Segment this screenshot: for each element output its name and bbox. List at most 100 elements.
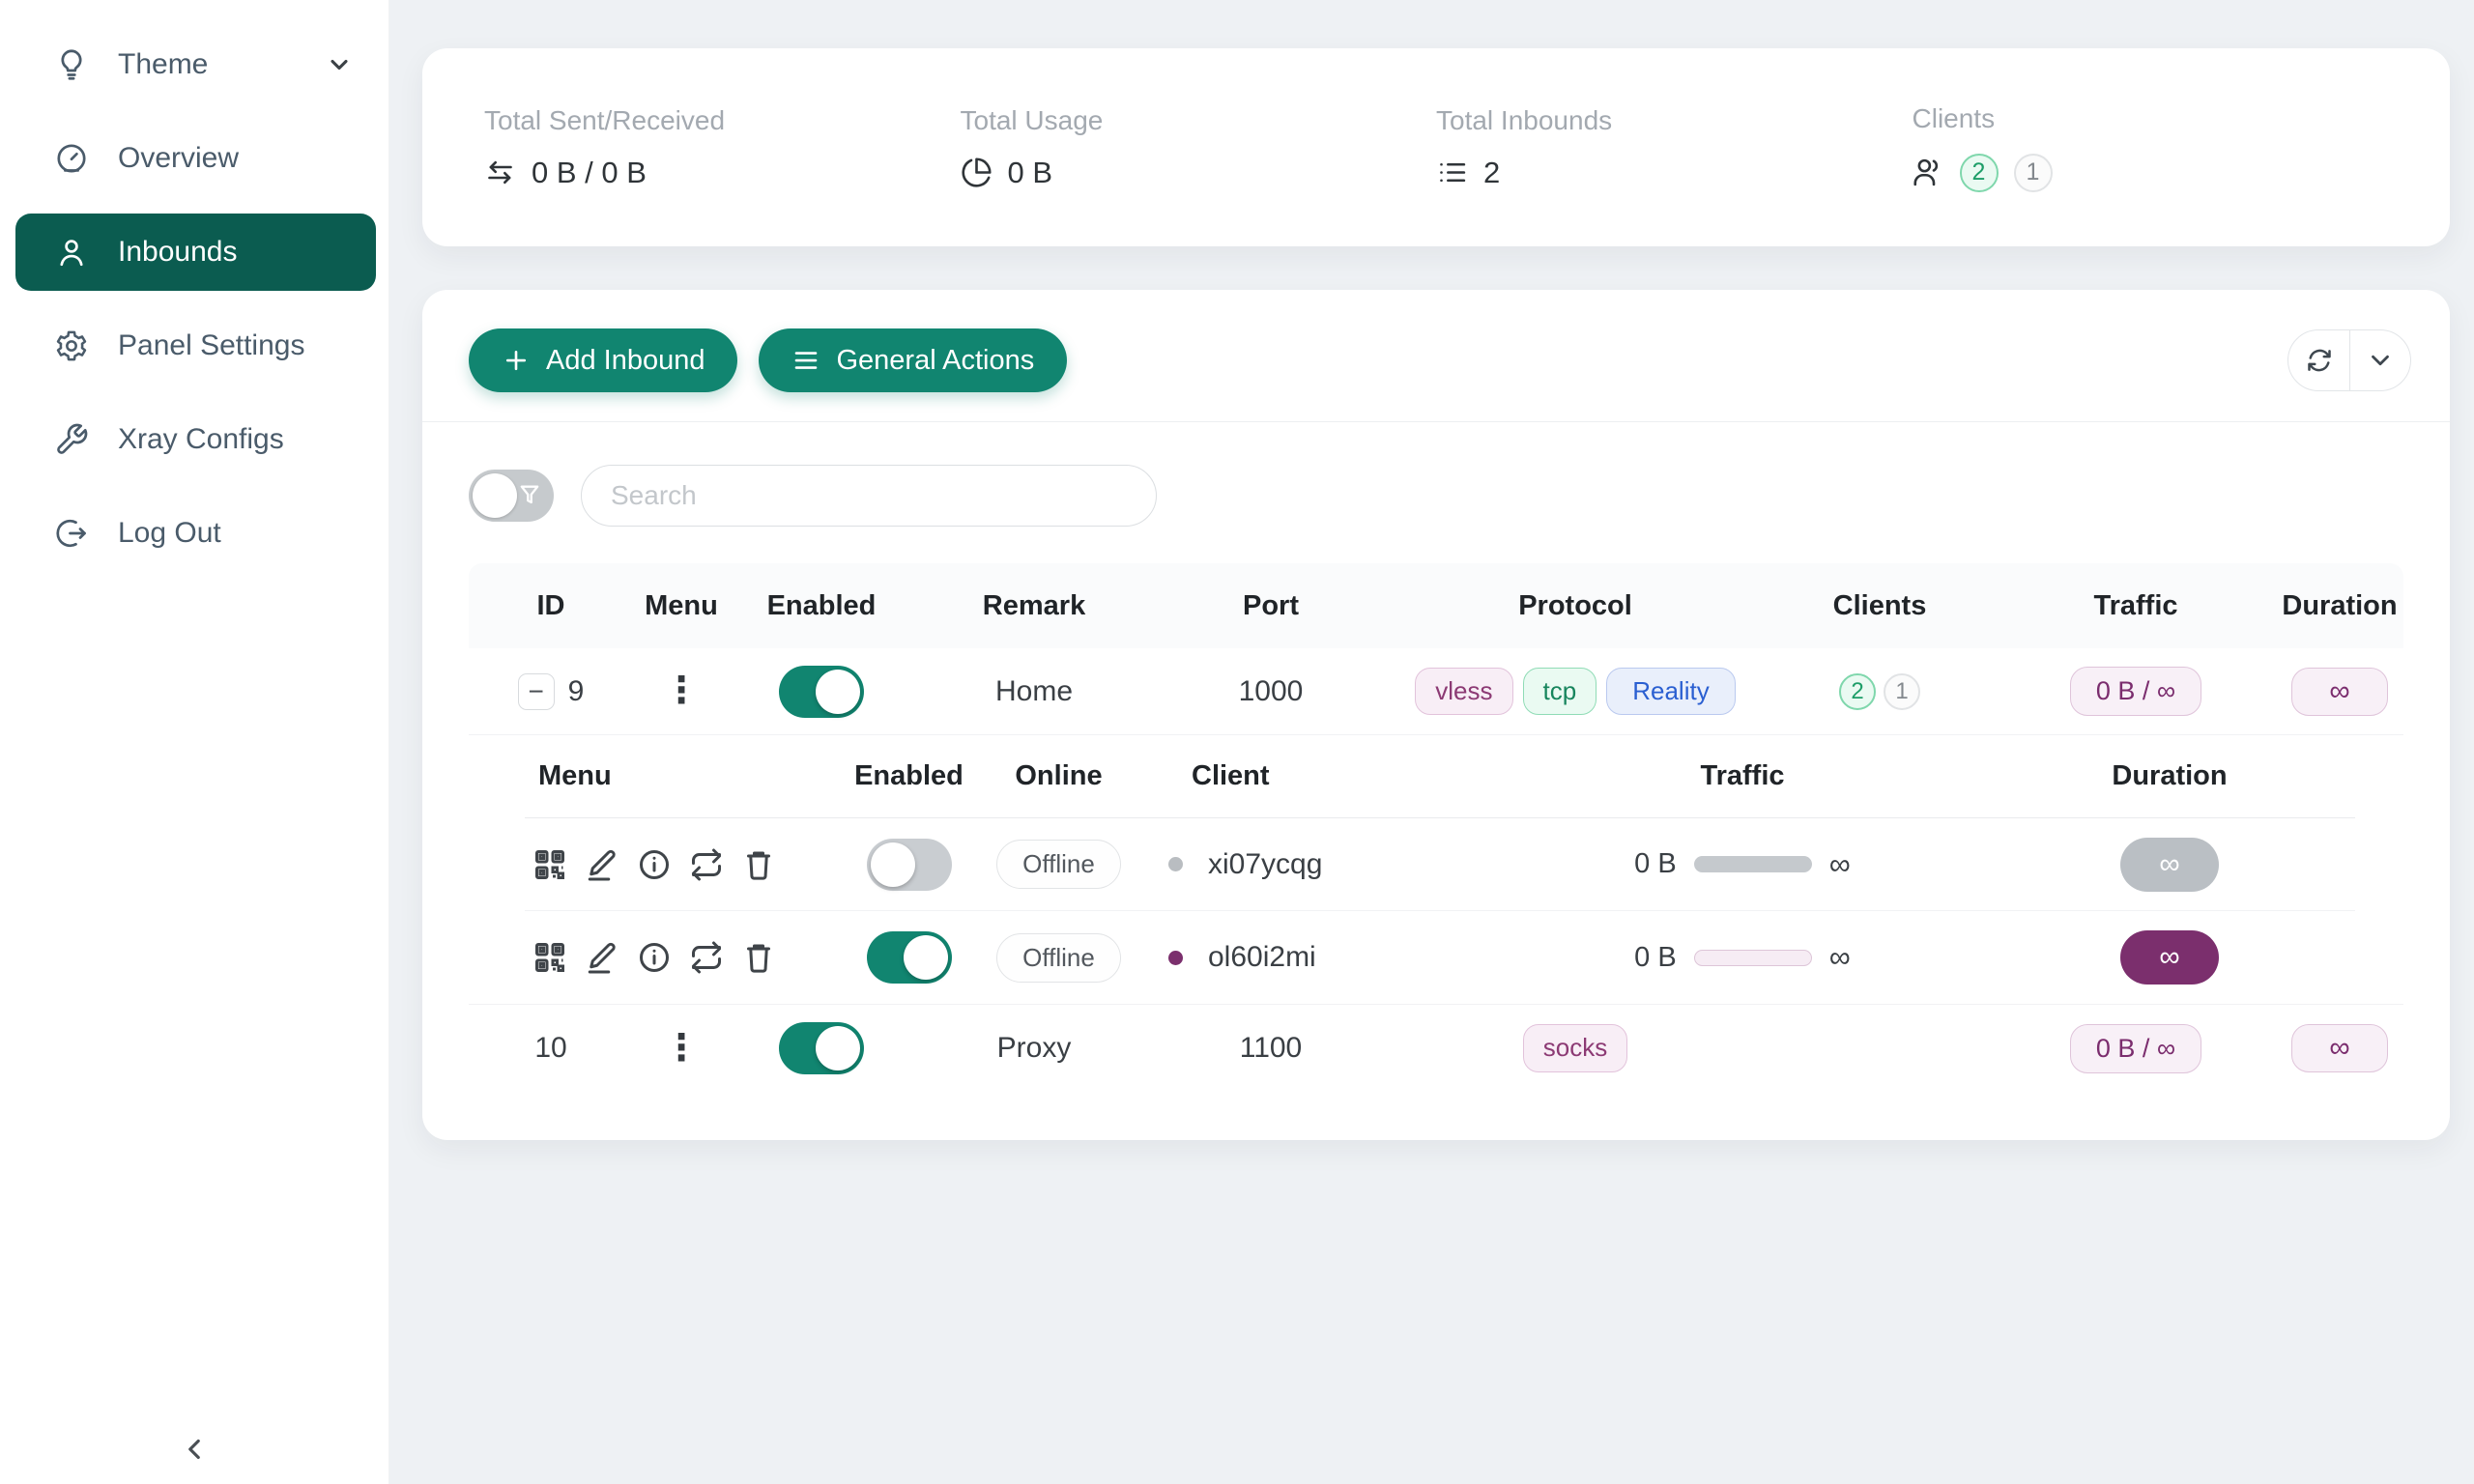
sidebar-item-label: Overview [118, 142, 239, 175]
clients-active-badge: 2 [1960, 154, 1999, 192]
sidebar-item-xray-configs[interactable]: Xray Configs [15, 406, 376, 473]
stat-label: Clients [1913, 103, 2389, 134]
info-button[interactable] [637, 940, 672, 975]
traffic-progress-bar [1694, 950, 1812, 966]
search-input[interactable] [581, 465, 1157, 527]
client-traffic-value: 0 B [1634, 942, 1677, 974]
header-menu: Menu [633, 590, 730, 622]
edit-button[interactable] [585, 847, 619, 882]
chevron-down-icon [2366, 346, 2395, 375]
client-duration-badge: ∞ [2120, 930, 2219, 985]
qr-code-button[interactable] [532, 940, 567, 975]
stat-label: Total Sent/Received [484, 105, 961, 136]
reset-traffic-button[interactable] [689, 940, 724, 975]
client-name: xi07ycqg [1208, 848, 1322, 881]
refresh-dropdown-button[interactable] [2349, 330, 2410, 390]
user-icon [54, 235, 89, 270]
header-online: Online [984, 760, 1134, 792]
refresh-icon [2305, 346, 2334, 375]
client-duration-badge: ∞ [2120, 838, 2219, 892]
inbound-port: 1100 [1155, 1032, 1387, 1065]
protocol-badge: vless [1415, 668, 1512, 716]
header-id: ID [469, 590, 633, 622]
dashboard-icon [54, 141, 89, 176]
delete-button[interactable] [741, 847, 776, 882]
header-clients: Clients [1764, 590, 1996, 622]
header-menu: Menu [525, 760, 834, 792]
sidebar-item-logout[interactable]: Log Out [15, 499, 376, 567]
inbound-id: 10 [534, 1032, 566, 1065]
online-status-badge: Offline [996, 840, 1121, 889]
edit-button[interactable] [585, 940, 619, 975]
sidebar-item-label: Theme [118, 48, 208, 81]
sidebar-collapse-button[interactable] [171, 1426, 217, 1472]
users-icon [1913, 157, 1944, 188]
list-icon [1436, 157, 1468, 188]
search-row [422, 422, 2450, 554]
general-actions-button[interactable]: General Actions [759, 328, 1067, 392]
chevron-down-icon [326, 51, 353, 78]
lightbulb-icon [54, 47, 89, 82]
header-protocol: Protocol [1387, 590, 1764, 622]
inbounds-card: Add Inbound General Actions [422, 290, 2450, 1140]
expanded-clients-section: Menu Enabled Online Client Traffic Durat… [469, 735, 2403, 1005]
traffic-badge: 0 B / ∞ [2070, 1024, 2201, 1073]
client-enabled-toggle[interactable] [867, 839, 952, 891]
enabled-toggle[interactable] [779, 1022, 864, 1074]
clients-inactive-badge: 1 [2014, 154, 2053, 192]
sidebar-item-panel-settings[interactable]: Panel Settings [15, 312, 376, 380]
duration-badge: ∞ [2291, 668, 2387, 716]
sidebar-item-inbounds[interactable]: Inbounds [15, 214, 376, 291]
client-traffic-value: 0 B [1634, 848, 1677, 880]
clients-count-badge: 1 [1884, 673, 1920, 710]
protocol-badge: Reality [1606, 668, 1735, 716]
sidebar-item-overview[interactable]: Overview [15, 125, 376, 192]
header-enabled: Enabled [834, 760, 984, 792]
header-remark: Remark [913, 590, 1155, 622]
client-name: ol60i2mi [1208, 941, 1316, 974]
info-button[interactable] [637, 847, 672, 882]
traffic-limit: ∞ [1829, 940, 1851, 975]
stat-label: Total Usage [961, 105, 1437, 136]
inbound-id: 9 [568, 675, 585, 708]
add-inbound-button[interactable]: Add Inbound [469, 328, 737, 392]
client-enabled-toggle[interactable] [867, 931, 952, 984]
toggle-knob [816, 1026, 860, 1070]
header-client: Client [1134, 760, 1501, 792]
client-status-dot [1168, 951, 1183, 965]
client-table-header-row: Menu Enabled Online Client Traffic Durat… [525, 735, 2355, 818]
logout-icon [54, 516, 89, 551]
swap-arrows-icon [484, 157, 516, 188]
filter-toggle[interactable] [469, 470, 554, 522]
traffic-limit: ∞ [1829, 847, 1851, 882]
stat-value: 2 [1483, 156, 1500, 190]
collapse-row-button[interactable]: − [518, 673, 555, 710]
header-duration: Duration [1984, 760, 2355, 792]
hamburger-icon [791, 346, 820, 375]
header-traffic: Traffic [1996, 590, 2276, 622]
stat-total-sent-received: Total Sent/Received 0 B / 0 B [484, 105, 961, 190]
inbound-remark: Proxy [913, 1032, 1155, 1065]
plus-icon [502, 346, 531, 375]
clients-count-badge: 2 [1839, 673, 1876, 710]
sidebar: Theme Overview Inbounds [0, 0, 389, 1484]
table-header-row: ID Menu Enabled Remark Port Protocol Cli… [469, 563, 2403, 648]
inbound-remark: Home [913, 675, 1155, 708]
row-menu-button[interactable]: ⋮ [633, 1032, 730, 1065]
delete-button[interactable] [741, 940, 776, 975]
header-port: Port [1155, 590, 1387, 622]
stat-total-usage: Total Usage 0 B [961, 105, 1437, 190]
chevron-left-icon [178, 1433, 211, 1466]
stat-total-inbounds: Total Inbounds 2 [1436, 105, 1913, 190]
refresh-button[interactable] [2288, 330, 2349, 390]
enabled-toggle[interactable] [779, 666, 864, 718]
qr-code-button[interactable] [532, 847, 567, 882]
toggle-knob [473, 473, 517, 518]
sidebar-item-theme[interactable]: Theme [15, 31, 376, 99]
sidebar-item-label: Inbounds [118, 236, 237, 269]
reset-traffic-button[interactable] [689, 847, 724, 882]
stats-card: Total Sent/Received 0 B / 0 B Total Usag… [422, 48, 2450, 246]
row-menu-button[interactable]: ⋮ [633, 674, 730, 707]
funnel-icon [516, 482, 543, 509]
inbound-port: 1000 [1155, 675, 1387, 708]
